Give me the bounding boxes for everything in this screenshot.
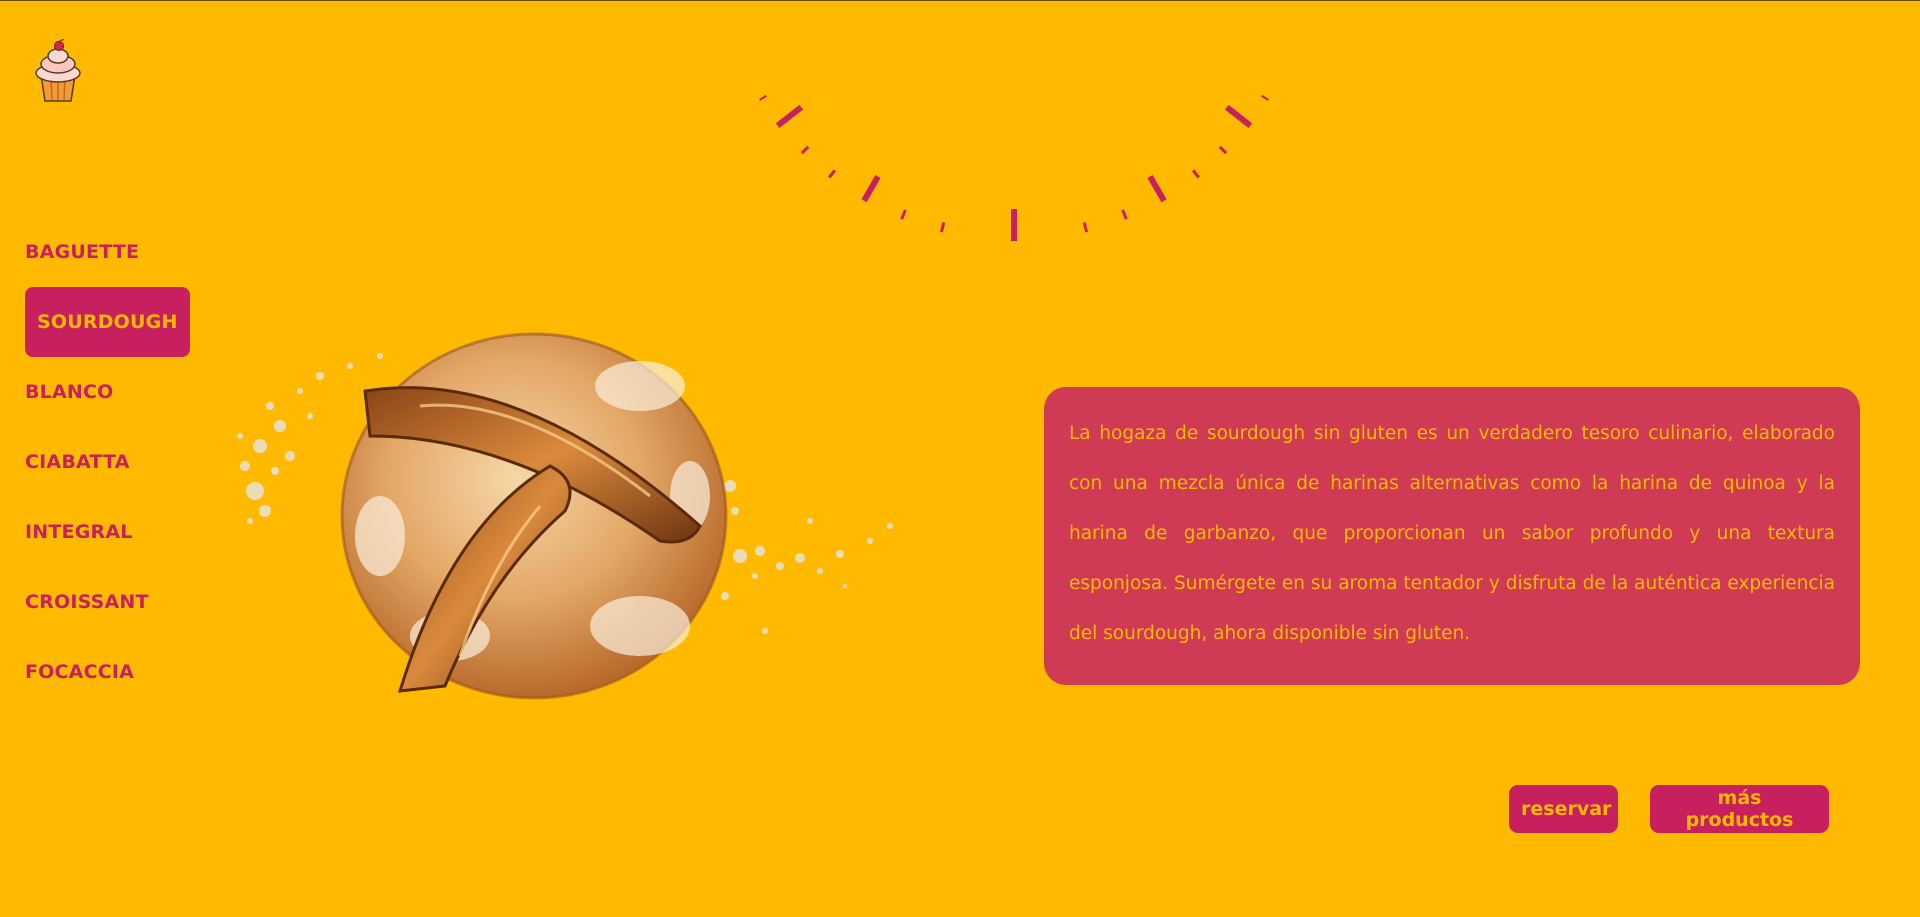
sourdough-bread-image xyxy=(237,332,893,700)
dial-decoration xyxy=(759,94,1269,241)
nav-item-ciabatta[interactable]: CIABATTA xyxy=(25,427,225,497)
dial-tick xyxy=(1218,145,1228,155)
dial-tick xyxy=(939,222,946,233)
dial-tick xyxy=(1082,222,1089,233)
dial-ticks xyxy=(759,94,1269,241)
nav-item-blanco[interactable]: BLANCO xyxy=(25,357,225,427)
dial-tick xyxy=(759,94,767,101)
dial-tick xyxy=(1147,175,1167,203)
product-description: La hogaza de sourdough sin gluten es un … xyxy=(1069,423,1835,644)
dial-tick xyxy=(1191,169,1200,179)
dial-tick xyxy=(775,104,804,129)
cupcake-icon[interactable] xyxy=(31,39,85,103)
page: BAGUETTE SOURDOUGH BLANCO CIABATTA INTEG… xyxy=(0,0,1920,917)
nav-item-sourdough[interactable]: SOURDOUGH xyxy=(25,287,190,357)
product-nav: BAGUETTE SOURDOUGH BLANCO CIABATTA INTEG… xyxy=(25,217,225,707)
nav-item-integral[interactable]: INTEGRAL xyxy=(25,497,225,567)
nav-item-focaccia[interactable]: FOCACCIA xyxy=(25,637,225,707)
nav-item-croissant[interactable]: CROISSANT xyxy=(25,567,225,637)
dial-tick xyxy=(1261,94,1269,101)
dial-tick xyxy=(800,145,810,155)
product-description-panel: La hogaza de sourdough sin gluten es un … xyxy=(1044,387,1860,685)
reserve-button[interactable]: reservar xyxy=(1509,785,1618,833)
dial-tick xyxy=(861,175,881,203)
more-products-button[interactable]: más productos xyxy=(1650,785,1829,833)
dial-tick xyxy=(1121,209,1128,220)
dial-tick xyxy=(828,169,837,179)
dial-tick xyxy=(900,209,907,220)
nav-item-baguette[interactable]: BAGUETTE xyxy=(25,217,225,287)
dial-tick xyxy=(1224,104,1253,129)
